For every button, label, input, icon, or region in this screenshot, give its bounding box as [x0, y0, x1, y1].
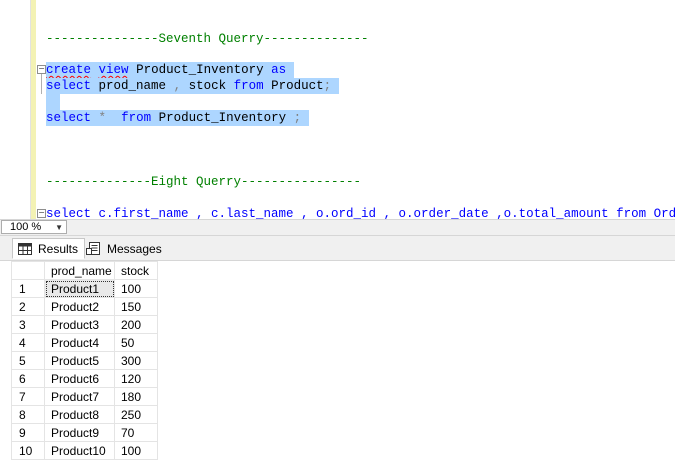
tab-results-label: Results [38, 241, 79, 256]
cell-stock[interactable]: 200 [114, 315, 158, 334]
cell-prod-name[interactable]: Product10 [44, 441, 115, 460]
cell-prod-name[interactable]: Product1 [44, 279, 115, 298]
collapse-icon[interactable]: − [37, 209, 46, 218]
row-number[interactable]: 10 [11, 441, 45, 460]
row-number[interactable]: 2 [11, 297, 45, 316]
cell-stock[interactable]: 100 [114, 279, 158, 298]
row-number[interactable]: 8 [11, 405, 45, 424]
table-row[interactable]: 2 Product2 150 [11, 297, 158, 316]
table-row[interactable]: 9 Product9 70 [11, 423, 158, 442]
cell-stock[interactable]: 70 [114, 423, 158, 442]
cell-stock[interactable]: 150 [114, 297, 158, 316]
cell-prod-name[interactable]: Product4 [44, 333, 115, 352]
tab-messages-label: Messages [107, 241, 162, 256]
cell-prod-name[interactable]: Product9 [44, 423, 115, 442]
zoom-dropdown[interactable]: 100 % ▼ [1, 220, 67, 234]
results-grid-area: prod_name stock 1 Product1 100 2 Product… [0, 261, 675, 474]
code-line-create-view: create view Product_Inventory as [46, 62, 294, 78]
results-tabs-bar: Results Messages [0, 236, 675, 261]
grid-header-row: prod_name stock [11, 261, 158, 280]
cell-stock[interactable]: 120 [114, 369, 158, 388]
editor-gutter [0, 0, 31, 219]
column-header-stock[interactable]: stock [114, 261, 158, 280]
code-line-blank-selected [46, 94, 60, 110]
row-number[interactable]: 9 [11, 423, 45, 442]
collapse-icon[interactable]: − [37, 65, 46, 74]
change-tracking-bar [31, 0, 36, 219]
row-number[interactable]: 1 [11, 279, 45, 298]
table-row[interactable]: 1 Product1 100 [11, 279, 158, 298]
row-number[interactable]: 6 [11, 369, 45, 388]
comment-eight-query: --------------Eight Querry--------------… [46, 175, 362, 189]
code-line-select-product: select prod_name , stock from Product; [46, 78, 339, 94]
grid-icon [17, 242, 33, 256]
messages-icon [86, 241, 102, 256]
horizontal-scrollbar[interactable] [70, 222, 673, 233]
column-header-prod-name[interactable]: prod_name [44, 261, 115, 280]
code-line-select-view: select * from Product_Inventory ; [46, 110, 309, 126]
row-number[interactable]: 7 [11, 387, 45, 406]
zoom-value: 100 % [10, 221, 42, 233]
tab-messages[interactable]: Messages [82, 238, 168, 259]
cell-prod-name[interactable]: Product7 [44, 387, 115, 406]
comment-seventh-query: ---------------Seventh Querry-----------… [46, 32, 369, 46]
cell-stock[interactable]: 300 [114, 351, 158, 370]
table-row[interactable]: 4 Product4 50 [11, 333, 158, 352]
cell-stock[interactable]: 50 [114, 333, 158, 352]
row-number[interactable]: 3 [11, 315, 45, 334]
cell-stock[interactable]: 180 [114, 387, 158, 406]
cell-prod-name[interactable]: Product3 [44, 315, 115, 334]
tab-results[interactable]: Results [12, 238, 86, 259]
row-number[interactable]: 4 [11, 333, 45, 352]
cell-prod-name[interactable]: Product2 [44, 297, 115, 316]
cell-prod-name[interactable]: Product6 [44, 369, 115, 388]
table-row[interactable]: 5 Product5 300 [11, 351, 158, 370]
cell-prod-name[interactable]: Product5 [44, 351, 115, 370]
cell-stock[interactable]: 250 [114, 405, 158, 424]
zoom-bar: 100 % ▼ [0, 219, 675, 236]
table-row[interactable]: 7 Product7 180 [11, 387, 158, 406]
query-editor[interactable]: − − ---------------Seventh Querry-------… [0, 0, 675, 219]
fold-guide-line [41, 74, 42, 94]
chevron-down-icon: ▼ [55, 223, 63, 232]
table-row[interactable]: 6 Product6 120 [11, 369, 158, 388]
cell-stock[interactable]: 100 [114, 441, 158, 460]
table-row[interactable]: 3 Product3 200 [11, 315, 158, 334]
cell-prod-name[interactable]: Product8 [44, 405, 115, 424]
row-header-corner[interactable] [11, 261, 45, 280]
table-row[interactable]: 8 Product8 250 [11, 405, 158, 424]
table-row[interactable]: 10 Product10 100 [11, 441, 158, 460]
results-grid[interactable]: prod_name stock 1 Product1 100 2 Product… [11, 261, 158, 460]
code-area[interactable]: ---------------Seventh Querry-----------… [46, 0, 675, 219]
row-number[interactable]: 5 [11, 351, 45, 370]
code-line-select-orders: select c.first_name , c.last_name , o.or… [46, 207, 675, 219]
